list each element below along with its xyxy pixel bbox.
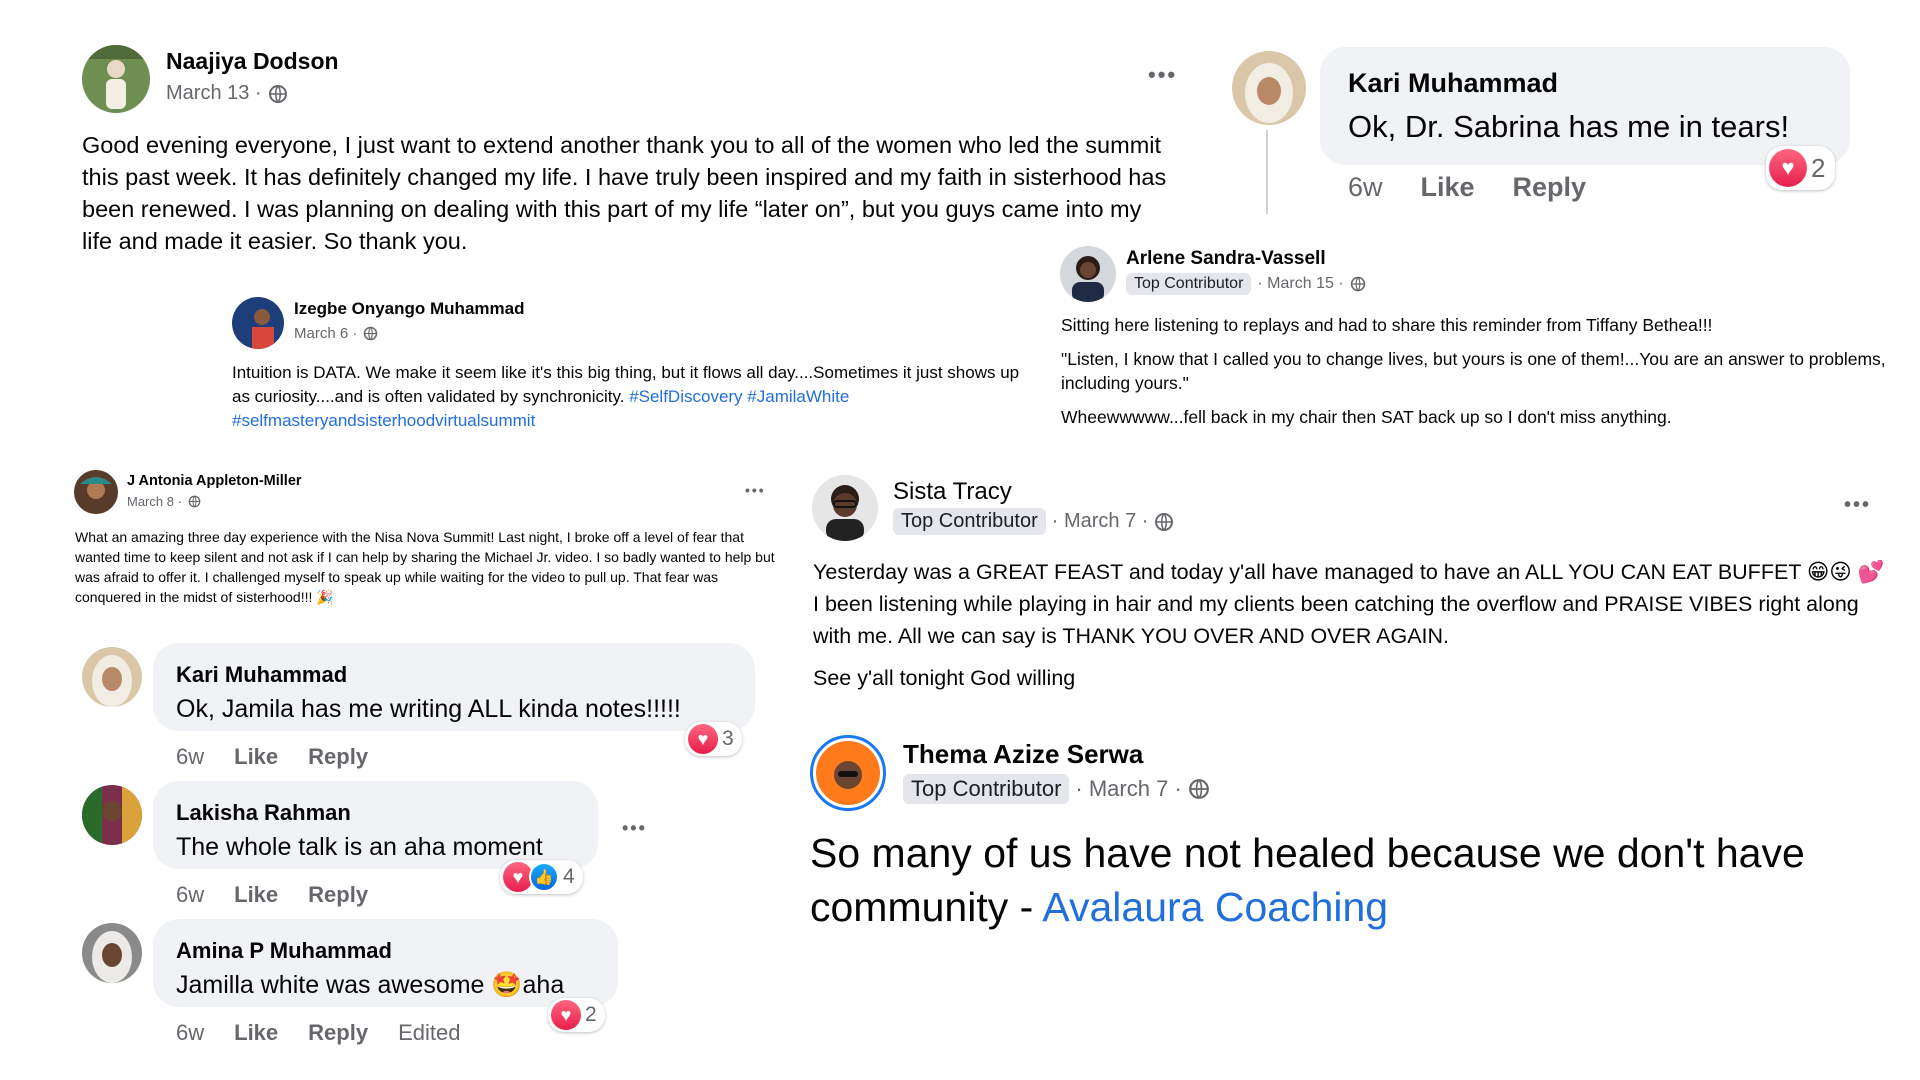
comment-actions: 6w Like Reply xyxy=(176,744,368,770)
comment-text: Jamilla white was awesome 🤩aha xyxy=(176,971,565,999)
post-author[interactable]: Thema Azize Serwa xyxy=(903,739,1143,770)
post-paragraph: "Listen, I know that I called you to cha… xyxy=(1061,349,1886,393)
globe-icon xyxy=(1154,512,1174,532)
post-text: Good evening everyone, I just want to ex… xyxy=(82,132,1167,254)
post-text: What an amazing three day experience wit… xyxy=(75,529,775,605)
reaction-summary[interactable]: ♥ 👍 4 xyxy=(500,860,583,894)
reply-button[interactable]: Reply xyxy=(308,1020,368,1046)
comment-author[interactable]: Lakisha Rahman xyxy=(176,800,351,826)
hashtag-link[interactable]: #JamilaWhite xyxy=(747,387,849,406)
post-date[interactable]: March 8 · xyxy=(127,494,182,509)
more-options-icon[interactable]: ••• xyxy=(622,818,647,839)
globe-icon xyxy=(188,495,201,508)
more-options-icon[interactable]: ••• xyxy=(1844,494,1871,517)
avatar[interactable] xyxy=(82,785,142,845)
avatar[interactable] xyxy=(82,647,142,707)
top-contributor-badge[interactable]: Top Contributor xyxy=(1126,273,1252,295)
heart-icon: ♥ xyxy=(1769,149,1807,187)
reply-button[interactable]: Reply xyxy=(308,744,368,770)
post-author[interactable]: Arlene Sandra-Vassell xyxy=(1126,248,1326,270)
comment-actions: 6w Like Reply Edited xyxy=(176,1020,460,1046)
heart-icon: ♥ xyxy=(688,724,718,754)
comment-text: The whole talk is an aha moment xyxy=(176,833,543,861)
post-author[interactable]: Naajiya Dodson xyxy=(166,48,339,75)
comment-time[interactable]: 6w xyxy=(176,744,204,770)
post-paragraph: Wheewwwww...fell back in my chair then S… xyxy=(1061,407,1672,427)
comment-author[interactable]: Kari Muhammad xyxy=(1348,68,1558,99)
like-button[interactable]: Like xyxy=(234,882,278,908)
page-link[interactable]: Avalaura Coaching xyxy=(1042,884,1388,930)
avatar[interactable] xyxy=(1232,51,1306,125)
post-text-body: Intuition is DATA. We make it seem like … xyxy=(232,363,1020,406)
comment-text: Ok, Dr. Sabrina has me in tears! xyxy=(1348,109,1790,144)
post-paragraph: See y'all tonight God willing xyxy=(813,666,1076,690)
globe-icon xyxy=(363,326,378,341)
post-meta: March 6 · xyxy=(294,325,378,342)
top-contributor-badge[interactable]: Top Contributor xyxy=(893,508,1046,535)
post-author[interactable]: J Antonia Appleton-Miller xyxy=(127,473,302,489)
post-meta: Top Contributor · March 7 · xyxy=(893,508,1174,535)
reaction-count: 2 xyxy=(1811,152,1826,183)
avatar[interactable] xyxy=(1060,246,1116,302)
comment-author[interactable]: Kari Muhammad xyxy=(176,662,347,688)
comment-author[interactable]: Amina P Muhammad xyxy=(176,938,392,964)
like-button[interactable]: Like xyxy=(234,744,278,770)
post-date[interactable]: · March 7 · xyxy=(1052,510,1149,533)
post-paragraph: Sitting here listening to replays and ha… xyxy=(1061,315,1713,335)
post-meta: Top Contributor · March 7 · xyxy=(903,774,1210,804)
more-options-icon[interactable]: ••• xyxy=(1148,62,1177,88)
thumbs-up-icon: 👍 xyxy=(529,862,559,892)
like-button[interactable]: Like xyxy=(1421,172,1475,203)
avatar[interactable] xyxy=(810,735,886,811)
globe-icon xyxy=(268,84,288,104)
post-meta: March 13 · xyxy=(166,82,288,105)
post-text: Intuition is DATA. We make it seem like … xyxy=(232,361,1032,433)
post-author[interactable]: Sista Tracy xyxy=(893,478,1012,506)
globe-icon xyxy=(1350,276,1366,292)
avatar[interactable] xyxy=(812,475,878,541)
reaction-summary[interactable]: ♥ 2 xyxy=(1766,146,1836,190)
post-paragraph: Yesterday was a GREAT FEAST and today y'… xyxy=(813,560,1885,648)
post-date[interactable]: March 13 · xyxy=(166,82,262,105)
avatar[interactable] xyxy=(82,45,150,113)
post-meta: March 8 · xyxy=(127,494,201,509)
top-contributor-badge[interactable]: Top Contributor xyxy=(903,774,1070,804)
post-author[interactable]: Izegbe Onyango Muhammad xyxy=(294,299,524,319)
comment-bubble xyxy=(1320,47,1850,165)
reaction-summary[interactable]: ♥ 3 xyxy=(685,722,742,756)
comment-time[interactable]: 6w xyxy=(1348,172,1383,203)
post-text: So many of us have not healed because we… xyxy=(810,826,1910,934)
comment-actions: 6w Like Reply xyxy=(1348,172,1586,203)
hashtag-link[interactable]: #SelfDiscovery xyxy=(629,387,742,406)
comment-time[interactable]: 6w xyxy=(176,882,204,908)
avatar[interactable] xyxy=(74,470,118,514)
like-button[interactable]: Like xyxy=(234,1020,278,1046)
comment-time[interactable]: 6w xyxy=(176,1020,204,1046)
more-options-icon[interactable]: ••• xyxy=(745,482,766,498)
comment-actions: 6w Like Reply xyxy=(176,882,368,908)
post-date[interactable]: · March 15 · xyxy=(1257,275,1343,293)
reaction-count: 2 xyxy=(585,1003,597,1026)
comment-text: Ok, Jamila has me writing ALL kinda note… xyxy=(176,695,681,723)
post-date[interactable]: · March 7 · xyxy=(1075,776,1181,802)
avatar[interactable] xyxy=(232,297,284,349)
reaction-summary[interactable]: ♥ 2 xyxy=(548,998,605,1032)
globe-icon xyxy=(1188,778,1210,800)
thread-line xyxy=(1266,130,1268,214)
post-meta: Top Contributor · March 15 · xyxy=(1126,273,1366,295)
reaction-count: 3 xyxy=(722,727,734,750)
post-date[interactable]: March 6 · xyxy=(294,325,357,342)
avatar[interactable] xyxy=(82,923,142,983)
hashtag-link[interactable]: #selfmasteryandsisterhoodvirtualsummit xyxy=(232,411,535,430)
reaction-count: 4 xyxy=(563,865,575,888)
reply-button[interactable]: Reply xyxy=(1513,172,1587,203)
reply-button[interactable]: Reply xyxy=(308,882,368,908)
edited-label: Edited xyxy=(398,1020,461,1045)
heart-icon: ♥ xyxy=(551,1000,581,1030)
